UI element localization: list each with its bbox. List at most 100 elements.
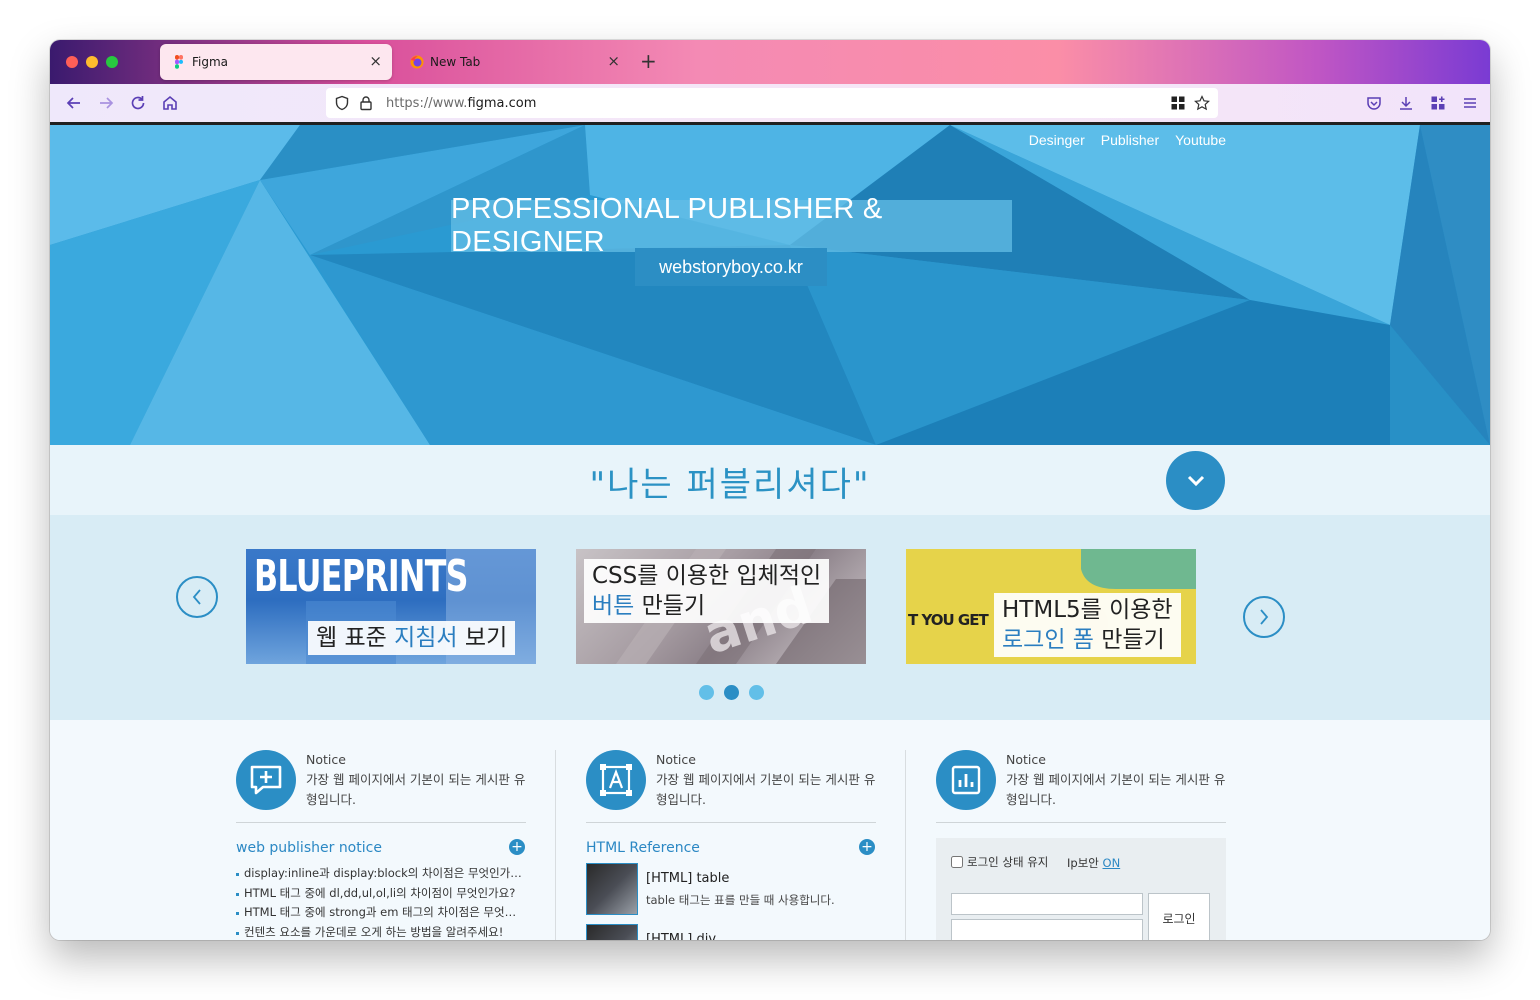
slide-card-web-standard[interactable]: BLUEPRINTS 웹 표준 지침서 보기 — [246, 549, 536, 664]
list-item[interactable]: display:inline과 display:block의 차이점은 무엇인가… — [236, 864, 526, 884]
list-item[interactable]: 컨텐츠 요소를 가운데로 오게 하는 방법을 알려주세요! — [236, 923, 526, 941]
notice-list: display:inline과 display:block의 차이점은 무엇인가… — [236, 864, 526, 940]
keep-login-row: 로그인 상태 유지 — [951, 854, 1048, 870]
list-item[interactable]: HTML 태그 중에 dl,dd,ul,ol,li의 차이점이 무엇인가요? — [236, 884, 526, 904]
hero-subtitle[interactable]: webstoryboy.co.kr — [635, 248, 827, 286]
add-comment-icon — [236, 750, 296, 810]
back-icon[interactable] — [63, 92, 85, 114]
nav-link-youtube[interactable]: Youtube — [1175, 132, 1226, 148]
column-header-desc: 가장 웹 페이지에서 기본이 되는 게시판 유형입니다. — [1006, 772, 1226, 807]
grid-apps-icon[interactable] — [1170, 95, 1186, 111]
login-id-input[interactable] — [951, 893, 1143, 915]
tab-figma[interactable]: Figma × — [160, 44, 392, 80]
text-frame-icon — [586, 750, 646, 810]
reference-title: [HTML] table — [646, 871, 730, 886]
home-icon[interactable] — [159, 92, 181, 114]
new-tab-button[interactable]: + — [640, 49, 657, 73]
column-header-title: Notice — [306, 752, 346, 767]
keep-login-checkbox[interactable] — [951, 856, 963, 868]
more-plus-button[interactable]: + — [859, 839, 875, 855]
column-rule — [936, 822, 1226, 823]
more-plus-button[interactable]: + — [509, 839, 525, 855]
image-slider: BLUEPRINTS 웹 표준 지침서 보기 and CSS를 이용한 입체적인… — [50, 515, 1490, 720]
ip-security-row: Ip보안 ON — [1067, 855, 1120, 871]
column-header: Notice 가장 웹 페이지에서 기본이 되는 게시판 유형입니다. — [1006, 750, 1226, 810]
card-caption: HTML5를 이용한 로그인 폼 만들기 — [994, 593, 1181, 657]
slider-dot[interactable] — [749, 685, 764, 700]
slider-pagination — [699, 685, 764, 700]
ip-security-label: Ip보안 — [1067, 856, 1099, 870]
maximize-window-button[interactable] — [106, 56, 118, 68]
column-header-title: Notice — [656, 752, 696, 767]
nav-link-publisher[interactable]: Publisher — [1101, 132, 1159, 148]
column-divider — [555, 750, 556, 940]
reference-desc: table 태그는 표를 만들 때 사용합니다. — [646, 893, 835, 907]
column-header-title: Notice — [1006, 752, 1046, 767]
tab-bar: Figma × New Tab × + — [50, 40, 1490, 84]
chevron-left-icon — [192, 589, 201, 605]
close-tab-icon[interactable]: × — [369, 53, 382, 69]
extensions-icon[interactable] — [1427, 92, 1449, 114]
minimize-window-button[interactable] — [86, 56, 98, 68]
navigation-bar: https://www.figma.com — [50, 84, 1490, 122]
slogan-band: "나는 퍼블리셔다" — [50, 445, 1490, 515]
section-title[interactable]: HTML Reference — [586, 840, 700, 856]
hero-title: PROFESSIONAL PUBLISHER & DESIGNER — [451, 193, 1012, 258]
reference-thumbnail — [586, 863, 638, 915]
keep-login-label: 로그인 상태 유지 — [967, 855, 1049, 869]
slider-dot[interactable] — [699, 685, 714, 700]
reference-item[interactable]: [HTML] table table 태그는 표를 만들 때 사용합니다. — [586, 863, 876, 915]
card-image-text: BLUEPRINTS — [254, 551, 468, 602]
pocket-icon[interactable] — [1363, 92, 1385, 114]
bookmark-star-icon[interactable] — [1194, 95, 1210, 111]
login-password-input[interactable] — [951, 919, 1143, 940]
slider-prev-button[interactable] — [176, 576, 218, 618]
card-caption: 웹 표준 지침서 보기 — [308, 621, 516, 655]
address-bar[interactable]: https://www.figma.com — [326, 88, 1218, 118]
menu-icon[interactable] — [1459, 92, 1481, 114]
close-tab-icon[interactable]: × — [607, 53, 620, 69]
column-rule — [236, 822, 526, 823]
login-form: 로그인 상태 유지 Ip보안 ON 로그인 — [936, 838, 1226, 940]
download-icon[interactable] — [1395, 92, 1417, 114]
shield-icon[interactable] — [334, 95, 350, 111]
lock-icon[interactable] — [358, 95, 374, 111]
card-caption: CSS를 이용한 입체적인 버튼 만들기 — [584, 559, 830, 623]
reference-title: [HTML] div — [646, 932, 717, 940]
login-button[interactable]: 로그인 — [1148, 893, 1210, 940]
slide-card-css-button[interactable]: and CSS를 이용한 입체적인버튼 만들기 — [576, 549, 866, 664]
chevron-down-icon — [1187, 475, 1204, 486]
column-header-desc: 가장 웹 페이지에서 기본이 되는 게시판 유형입니다. — [656, 772, 876, 807]
scroll-down-button[interactable] — [1166, 451, 1225, 510]
reference-item[interactable]: [HTML] div — [586, 924, 876, 940]
slider-dot-active[interactable] — [724, 685, 739, 700]
info-columns: Notice 가장 웹 페이지에서 기본이 되는 게시판 유형입니다. web … — [50, 720, 1490, 940]
tab-title: New Tab — [430, 55, 481, 69]
figma-icon — [175, 55, 183, 69]
ip-security-toggle[interactable]: ON — [1103, 856, 1121, 870]
tab-new-tab[interactable]: New Tab × — [398, 44, 630, 80]
tab-title: Figma — [192, 55, 229, 69]
column-header: Notice 가장 웹 페이지에서 기본이 되는 게시판 유형입니다. — [656, 750, 876, 810]
chevron-right-icon — [1260, 609, 1269, 625]
hero-section: Desinger Publisher Youtube PROFESSIONAL … — [50, 125, 1490, 445]
column-divider — [905, 750, 906, 940]
list-item[interactable]: HTML 태그 중에 strong과 em 태그의 차이점은 무엇인가요? — [236, 903, 526, 923]
slide-card-html5-login[interactable]: T YOU GET HTML5를 이용한 로그인 폼 만들기 — [906, 549, 1196, 664]
column-rule — [586, 822, 876, 823]
card-image-text: T YOU GET — [908, 611, 989, 629]
slider-next-button[interactable] — [1243, 596, 1285, 638]
reference-thumbnail — [586, 924, 638, 940]
firefox-icon — [410, 55, 424, 69]
section-title[interactable]: web publisher notice — [236, 840, 382, 856]
nav-link-designer[interactable]: Desinger — [1029, 132, 1085, 148]
column-header: Notice 가장 웹 페이지에서 기본이 되는 게시판 유형입니다. — [306, 750, 526, 810]
reload-icon[interactable] — [127, 92, 149, 114]
close-window-button[interactable] — [66, 56, 78, 68]
bar-chart-icon — [936, 750, 996, 810]
hero-top-nav: Desinger Publisher Youtube — [1029, 132, 1226, 148]
forward-icon[interactable] — [95, 92, 117, 114]
url-text: https://www.figma.com — [386, 96, 537, 111]
browser-window: Figma × New Tab × + https://www.figma.co… — [50, 40, 1490, 940]
column-header-desc: 가장 웹 페이지에서 기본이 되는 게시판 유형입니다. — [306, 772, 526, 807]
